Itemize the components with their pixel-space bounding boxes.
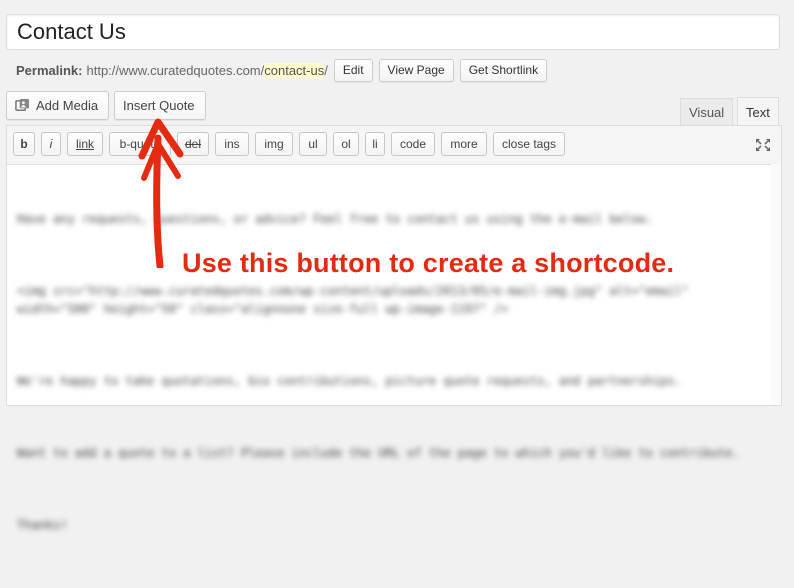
qt-ul-button[interactable]: ul [299,132,327,156]
content-paragraph: Thanks! [17,518,68,532]
qt-code-button[interactable]: code [391,132,435,156]
tab-visual-label: Visual [689,104,725,120]
annotation-text: Use this button to create a shortcode. [182,248,675,278]
post-title-input[interactable]: Contact Us [6,14,780,50]
qt-ins-button[interactable]: ins [215,132,249,156]
permalink-slug[interactable]: contact-us [264,62,325,78]
permalink-trailing-slash: / [324,62,328,78]
fullscreen-icon[interactable] [755,138,771,152]
add-media-label: Add Media [36,98,99,113]
media-icon [15,98,30,111]
qt-bold-button[interactable]: b [13,132,35,156]
content-paragraph: We're happy to take quotations, bio cont… [17,374,682,388]
tab-text-label: Text [746,104,770,120]
tab-visual[interactable]: Visual [680,98,734,125]
content-paragraph: <img src="http://www.curatedquotes.com/w… [17,284,697,316]
tab-text[interactable]: Text [737,97,779,126]
qt-li-button[interactable]: li [365,132,385,156]
add-media-button[interactable]: Add Media [6,91,109,120]
qt-ol-button[interactable]: ol [333,132,359,156]
post-content-textarea[interactable]: Have any requests, questions, or advice?… [17,174,761,588]
permalink-row: Permalink: http://www.curatedquotes.com/… [16,58,548,82]
get-shortlink-button[interactable]: Get Shortlink [459,58,548,82]
qt-italic-button[interactable]: i [41,132,61,156]
qt-img-button[interactable]: img [255,132,293,156]
post-title-text: Contact Us [17,19,126,44]
view-page-button[interactable]: View Page [378,58,454,82]
permalink-label: Permalink: [16,62,83,78]
content-paragraph: Have any requests, questions, or advice?… [17,212,653,226]
permalink-base-url: http://www.curatedquotes.com/ [86,62,265,78]
qt-more-button[interactable]: more [441,132,487,156]
quicktags-toolbar: b i link b-quote del ins img ul ol li co… [7,126,781,165]
qt-link-button[interactable]: link [67,132,103,156]
annotation-arrow-icon [138,118,184,268]
qt-close-tags-button[interactable]: close tags [493,132,565,156]
edit-permalink-button[interactable]: Edit [333,58,373,82]
content-paragraph: Want to add a quote to a list? Please in… [17,446,740,460]
editor-scrollbar[interactable] [771,164,781,405]
